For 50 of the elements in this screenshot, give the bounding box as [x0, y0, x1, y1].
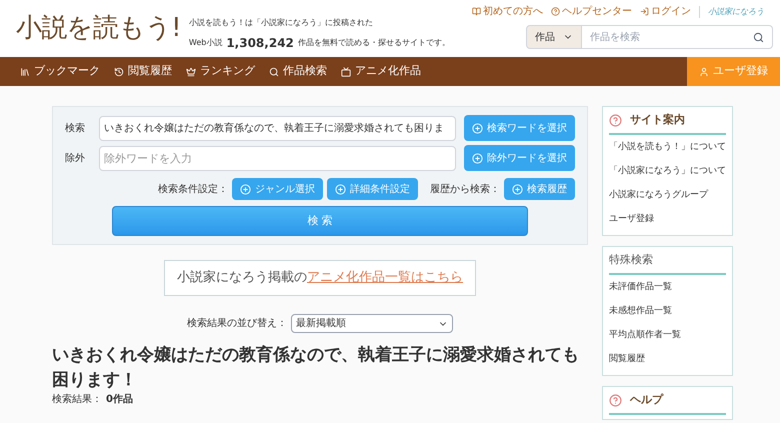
result-count: 0作品 — [106, 393, 133, 407]
plus-icon — [472, 122, 483, 134]
sidebar-link[interactable]: ユーザ登録 — [609, 208, 726, 231]
nav-item[interactable]: ランキング — [186, 63, 255, 80]
conditions-label: 検索条件設定： — [158, 182, 228, 196]
sidebar-link[interactable]: 平均点順作者一覧 — [609, 324, 726, 347]
header-link[interactable]: ログイン — [640, 4, 691, 19]
sidebar-link[interactable]: 未感想作品一覧 — [609, 300, 726, 323]
sort-select[interactable]: 最新掲載順 — [291, 314, 453, 333]
exclude-label: 除外 — [65, 152, 86, 166]
history-icon — [114, 66, 124, 76]
exclude-field[interactable]: 除外ワードを入力 — [99, 146, 456, 170]
search-icon — [269, 66, 279, 76]
sidebar-link[interactable]: 「小説を読もう！」について — [609, 136, 726, 159]
help-icon — [609, 394, 622, 406]
plus-icon — [335, 184, 346, 194]
search-icon[interactable] — [753, 32, 764, 42]
login-icon — [640, 7, 649, 16]
result-title: いきおくれ令嬢はただの教育係なので、執着王子に溺愛求婚されても困ります！ — [52, 344, 580, 392]
nav-item[interactable]: アニメ化作品 — [341, 63, 421, 80]
help-icon — [609, 114, 622, 126]
sidebar-title: サイト案内 — [630, 112, 685, 128]
header-link[interactable]: ヘルプセンター — [551, 4, 632, 19]
user-icon — [699, 66, 709, 76]
sort-label: 検索結果の並び替え： — [187, 316, 287, 331]
plus-icon — [472, 152, 483, 164]
sidebar-link[interactable]: 閲覧履歴 — [609, 348, 726, 371]
sidebar-link[interactable]: 未評価作品一覧 — [609, 276, 726, 299]
keyword-field[interactable]: いきおくれ令嬢はただの教育係なので、執着王子に溺愛求婚されても困りま — [99, 116, 456, 140]
count-suffix: 作品を無料で読める・探せるサイトです。 — [298, 37, 450, 49]
header-link[interactable]: 初めての方へ — [472, 4, 543, 19]
keyword-label: 検索 — [65, 122, 86, 136]
tagline: 小説を読もう！は「小説家になろう」に投稿された — [188, 17, 374, 29]
result-count-label: 検索結果： — [52, 393, 102, 407]
nav-item[interactable]: 作品検索 — [269, 63, 327, 80]
sidebar-title: 特殊検索 — [609, 252, 653, 268]
sidebar-title: ヘルプ — [630, 392, 663, 408]
banner-text: 小説家になろう掲載の — [177, 269, 307, 288]
count-prefix: Web小説 — [188, 37, 222, 49]
work-count: 1,308,242 — [226, 35, 294, 52]
site-logo[interactable]: 小説を読もう! — [16, 9, 181, 48]
sidebar-link[interactable]: 小説家になろうグループ — [609, 184, 726, 207]
plus-icon — [512, 184, 523, 194]
nav-item[interactable]: 閲覧履歴 — [114, 63, 172, 80]
sidebar-link[interactable]: 「小説家になろう」について — [609, 160, 726, 183]
search-type-select[interactable]: 作品 — [526, 25, 582, 49]
nav-item[interactable]: ブックマーク — [20, 63, 100, 80]
plus-icon — [240, 184, 251, 194]
history-label: 履歴から検索： — [430, 182, 500, 196]
help-icon — [551, 7, 560, 16]
